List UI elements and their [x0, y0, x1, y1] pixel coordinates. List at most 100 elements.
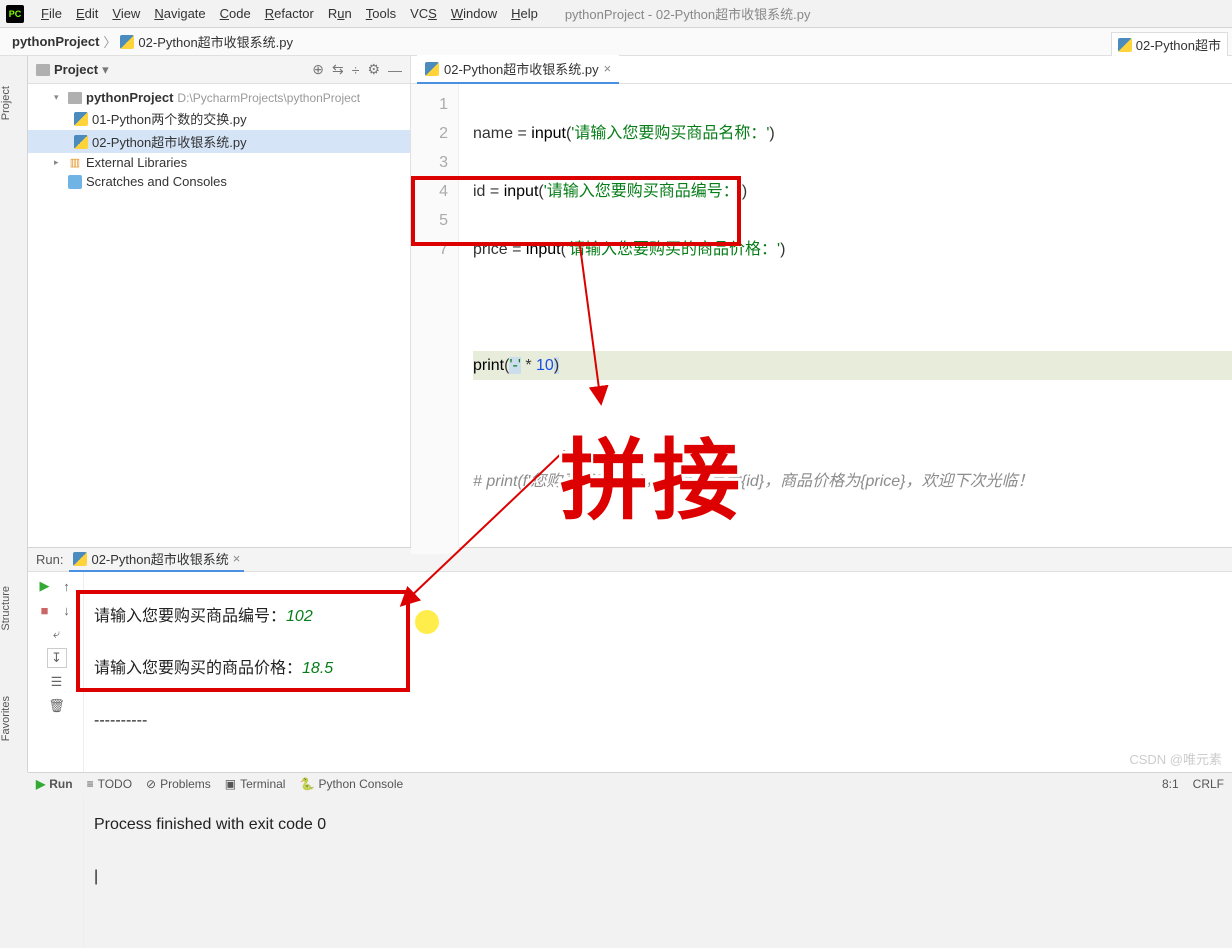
- app-icon: PC: [6, 5, 24, 23]
- tree-file-2-label: 02-Python超市收银系统.py: [92, 132, 247, 151]
- scroll-icon[interactable]: ↧: [47, 648, 67, 668]
- line-no: 2: [411, 119, 448, 148]
- dropdown-icon[interactable]: ▾: [102, 62, 109, 78]
- trash-icon[interactable]: 🗑: [47, 696, 67, 716]
- menu-run[interactable]: Run: [321, 6, 359, 21]
- watermark: CSDN @唯元素: [1129, 749, 1222, 768]
- down-icon[interactable]: ↓: [57, 600, 77, 620]
- menu-navigate[interactable]: Navigate: [147, 6, 212, 21]
- code-area[interactable]: 1 2 3 4 5 7 name = input('请输入您要购买商品名称：')…: [411, 84, 1232, 554]
- collapse-icon[interactable]: ÷: [352, 62, 360, 78]
- tree-file-2[interactable]: 02-Python超市收银系统.py: [28, 130, 410, 153]
- close-icon[interactable]: ×: [233, 551, 241, 566]
- tree-file-1-label: 01-Python两个数的交换.py: [92, 109, 247, 128]
- expand-icon[interactable]: ⇆: [332, 61, 344, 78]
- scratches-icon: [68, 175, 82, 189]
- line-no: 7: [411, 235, 448, 264]
- bottom-todo[interactable]: ≡TODO: [87, 777, 132, 791]
- tree-ext-libs-label: External Libraries: [86, 155, 187, 170]
- python-file-icon: [1118, 38, 1132, 52]
- menu-code[interactable]: Code: [213, 6, 258, 21]
- editor-tab-label: 02-Python超市收银系统.py: [444, 59, 599, 78]
- right-tab[interactable]: 02-Python超市: [1111, 32, 1228, 57]
- run-toolbar: ▶ ↑ ■ ↓ ⤶ ↧ ☰ 🗑: [28, 572, 84, 948]
- caret-pos: 8:1: [1162, 777, 1179, 791]
- project-panel-header: Project ▾ ⊕ ⇆ ÷ ⚙ —: [28, 56, 410, 84]
- wrap-icon[interactable]: ⤶: [47, 624, 67, 644]
- folder-icon: [68, 92, 82, 104]
- bottom-problems[interactable]: ⊘Problems: [146, 777, 211, 791]
- tab-favorites[interactable]: Favorites: [0, 696, 12, 741]
- run-tab[interactable]: 02-Python超市收银系统 ×: [69, 547, 244, 572]
- editor-tab[interactable]: 02-Python超市收银系统.py ×: [417, 55, 619, 84]
- expand-arrow-icon: ▸: [54, 157, 64, 168]
- tab-project[interactable]: Project: [0, 86, 12, 120]
- menu-file[interactable]: File: [34, 6, 69, 21]
- python-file-icon: [73, 552, 87, 566]
- bc-project[interactable]: pythonProject: [12, 34, 99, 49]
- target-icon[interactable]: ⊕: [312, 61, 324, 78]
- python-console-icon: 🐍: [299, 777, 314, 791]
- line-no: 4: [411, 177, 448, 206]
- python-file-icon: [74, 135, 88, 149]
- tree-root-path: D:\PycharmProjects\pythonProject: [177, 91, 360, 105]
- editor-tabs: 02-Python超市收银系统.py ×: [411, 56, 1232, 84]
- line-ending: CRLF: [1193, 777, 1224, 791]
- bottom-run[interactable]: ▶Run: [36, 777, 73, 791]
- project-panel-title: Project: [54, 62, 98, 77]
- tree-root[interactable]: ▾ pythonProject D:\PycharmProjects\pytho…: [28, 88, 410, 107]
- tab-structure[interactable]: Structure: [0, 586, 12, 631]
- editor: 02-Python超市收银系统.py × 1 2 3 4 5 7 name = …: [411, 56, 1232, 547]
- right-tab-label: 02-Python超市: [1136, 35, 1221, 54]
- folder-icon: [36, 64, 50, 76]
- menu-bar: PC File Edit View Navigate Code Refactor…: [0, 0, 1232, 28]
- line-no: 1: [411, 90, 448, 119]
- left-tool-strip: Project Structure Favorites: [0, 56, 28, 772]
- menu-view[interactable]: View: [105, 6, 147, 21]
- line-no: 3: [411, 148, 448, 177]
- terminal-icon: ▣: [225, 777, 236, 791]
- todo-icon: ≡: [87, 777, 94, 791]
- bottom-pyconsole[interactable]: 🐍Python Console: [299, 777, 403, 791]
- menu-vcs[interactable]: VCS: [403, 6, 444, 21]
- bottom-bar: ▶Run ≡TODO ⊘Problems ▣Terminal 🐍Python C…: [28, 772, 1232, 794]
- menu-window[interactable]: Window: [444, 6, 504, 21]
- menu-tools[interactable]: Tools: [359, 6, 403, 21]
- close-icon[interactable]: ×: [604, 61, 612, 76]
- run-console[interactable]: 请输入您要购买商品编号：102 请输入您要购买的商品价格：18.5 ------…: [84, 572, 1232, 948]
- line-no: 5: [411, 206, 448, 235]
- tree-scratches-label: Scratches and Consoles: [86, 174, 227, 189]
- play-icon: ▶: [36, 777, 45, 791]
- run-label: Run:: [36, 552, 63, 567]
- python-file-icon: [425, 62, 439, 76]
- library-icon: ▥: [68, 156, 82, 170]
- bc-file[interactable]: 02-Python超市收银系统.py: [120, 32, 293, 51]
- rerun-icon[interactable]: ▶: [35, 576, 55, 596]
- tree-scratches[interactable]: Scratches and Consoles: [28, 172, 410, 191]
- tree-root-label: pythonProject: [86, 90, 173, 105]
- bc-sep: 〉: [103, 32, 116, 51]
- stop-icon[interactable]: ■: [35, 600, 55, 620]
- gear-icon[interactable]: ⚙: [367, 61, 380, 78]
- tree-ext-libs[interactable]: ▸ ▥ External Libraries: [28, 153, 410, 172]
- menu-help[interactable]: Help: [504, 6, 545, 21]
- breadcrumb: pythonProject 〉 02-Python超市收银系统.py: [0, 28, 1232, 56]
- menu-edit[interactable]: Edit: [69, 6, 105, 21]
- problems-icon: ⊘: [146, 777, 156, 791]
- tree-file-1[interactable]: 01-Python两个数的交换.py: [28, 107, 410, 130]
- hide-icon[interactable]: —: [388, 62, 402, 78]
- bottom-terminal[interactable]: ▣Terminal: [225, 777, 286, 791]
- run-tab-label: 02-Python超市收银系统: [91, 549, 228, 568]
- expand-arrow-icon: ▾: [54, 92, 64, 103]
- window-title: pythonProject - 02-Python超市收银系统.py: [565, 4, 811, 23]
- up-icon[interactable]: ↑: [57, 576, 77, 596]
- cursor-highlight: [415, 610, 439, 634]
- print-icon[interactable]: ☰: [47, 672, 67, 692]
- gutter: 1 2 3 4 5 7: [411, 84, 459, 554]
- tree-body: ▾ pythonProject D:\PycharmProjects\pytho…: [28, 84, 410, 547]
- bc-file-label: 02-Python超市收银系统.py: [138, 32, 293, 51]
- project-tree: Project ▾ ⊕ ⇆ ÷ ⚙ — ▾ pythonProject D:\P…: [28, 56, 411, 547]
- menu-refactor[interactable]: Refactor: [258, 6, 321, 21]
- run-panel: Run: 02-Python超市收银系统 × ▶ ↑ ■ ↓ ⤶ ↧ ☰: [28, 547, 1232, 772]
- python-file-icon: [120, 35, 134, 49]
